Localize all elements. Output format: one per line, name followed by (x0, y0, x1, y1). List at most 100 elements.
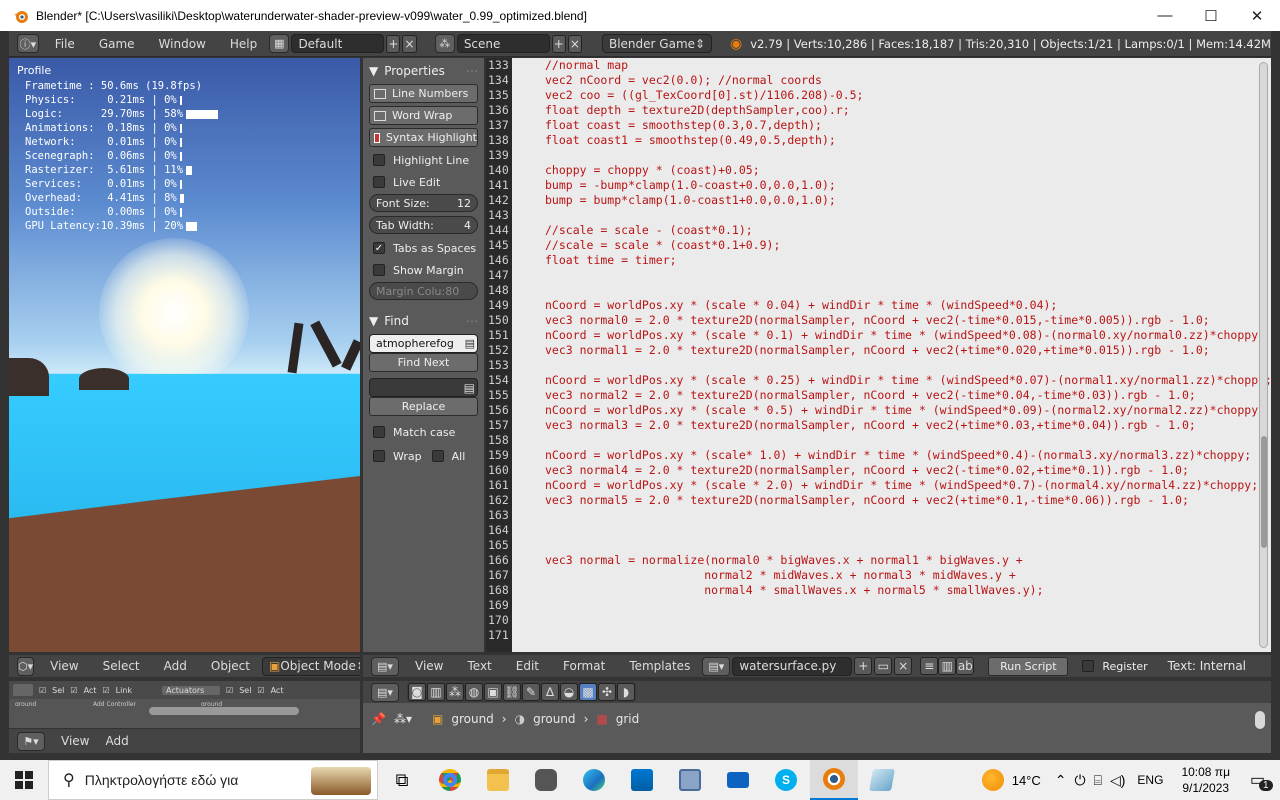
sensor-filter-select[interactable] (13, 684, 33, 696)
code-text[interactable]: normal4 * smallWaves.x + normal5 * small… (512, 583, 1043, 598)
editor-type-3d-button[interactable]: ⬡▾ (17, 656, 35, 676)
minimize-button[interactable]: — (1142, 0, 1188, 31)
menu-window[interactable]: Window (147, 37, 218, 51)
data-tab-icon[interactable]: ∆ (541, 683, 559, 701)
code-line[interactable]: 155 vec3 normal2 = 2.0 * texture2D(normal… (486, 388, 1271, 403)
menu-select[interactable]: Select (91, 659, 152, 673)
code-line[interactable]: 154 nCoord = worldPos.xy * (scale * 0.25)… (486, 373, 1271, 388)
show-margin-checkbox[interactable]: Show Margin (369, 260, 478, 280)
clipboard-icon[interactable]: ▤ (464, 381, 475, 395)
code-line[interactable]: 139 (486, 148, 1271, 163)
code-text[interactable] (512, 433, 545, 448)
code-text[interactable]: vec3 normal0 = 2.0 * texture2D(normalSam… (512, 313, 1210, 328)
tabs-as-spaces-checkbox[interactable]: ✓ Tabs as Spaces (369, 238, 478, 258)
code-line[interactable]: 153 (486, 358, 1271, 373)
code-line[interactable]: 167 normal2 * midWaves.x + normal3 * mid… (486, 568, 1271, 583)
code-line[interactable]: 158 (486, 433, 1271, 448)
text-browse-button[interactable]: ▤▾ (702, 656, 731, 676)
scene-selector-button[interactable]: ⁂ (434, 34, 455, 53)
code-text[interactable] (512, 628, 545, 643)
word-wrap-header-toggle[interactable]: ▥ (938, 657, 957, 675)
code-text[interactable] (512, 598, 545, 613)
code-line[interactable]: 170 (486, 613, 1271, 628)
code-line[interactable]: 171 (486, 628, 1271, 643)
pin-icon[interactable]: 📌 (371, 712, 386, 726)
code-line[interactable]: 134 vec2 nCoord = vec2(0.0); //normal coo… (486, 73, 1271, 88)
store-taskbar-button[interactable] (618, 760, 666, 800)
weather-icon[interactable] (981, 769, 1004, 791)
code-line[interactable]: 149 nCoord = worldPos.xy * (scale * 0.04)… (486, 298, 1271, 313)
code-text[interactable]: vec3 normal3 = 2.0 * texture2D(normalSam… (512, 418, 1196, 433)
mode-select[interactable]: ▣Object Mode⇕ (261, 656, 360, 676)
file-explorer-taskbar-button[interactable] (474, 760, 522, 800)
editor-type-properties-button[interactable]: ▤▾ (371, 682, 399, 702)
chrome-taskbar-button[interactable] (426, 760, 474, 800)
code-text[interactable] (512, 208, 545, 223)
world-tab-icon[interactable]: ◍ (465, 683, 483, 701)
code-text[interactable]: bump = -bump*clamp(1.0-coast+0.0,0.0,1.0… (512, 178, 836, 193)
line-numbers-header-toggle[interactable]: ≡ (920, 657, 939, 675)
code-line[interactable]: 135 vec2 coo = ((gl_TexCoord[0].st)/1106.… (486, 88, 1271, 103)
margin-column-field[interactable]: Margin Colu:80 (369, 282, 478, 300)
particles-tab-icon[interactable]: ✣ (598, 683, 616, 701)
editor-type-info-button[interactable]: ⓘ▾ (17, 34, 39, 53)
layers-tab-icon[interactable]: ▥ (427, 683, 445, 701)
add-layout-button[interactable]: + (386, 34, 401, 53)
code-text[interactable] (512, 268, 545, 283)
find-header[interactable]: ▼ Find ⋯ (369, 312, 478, 330)
blender-player-taskbar-button[interactable] (858, 760, 906, 800)
code-text[interactable]: //normal map (512, 58, 628, 73)
network-icon[interactable]: ⌸ (1094, 772, 1102, 789)
add-scene-button[interactable]: + (551, 34, 566, 53)
live-edit-checkbox[interactable]: Live Edit (369, 172, 478, 192)
code-text[interactable]: vec2 nCoord = vec2(0.0); //normal coords (512, 73, 822, 88)
input-language[interactable]: ENG (1137, 773, 1163, 787)
chevron-up-icon[interactable]: ⌃ (1055, 772, 1067, 789)
drag-grip-icon[interactable]: ⋯ (466, 64, 478, 78)
code-line[interactable]: 140 choppy = choppy * (coast)+0.05; (486, 163, 1271, 178)
code-line[interactable]: 156 nCoord = worldPos.xy * (scale * 0.5) … (486, 403, 1271, 418)
run-script-button[interactable]: Run Script (988, 656, 1069, 676)
code-line[interactable]: 160 vec3 normal4 = 2.0 * texture2D(normal… (486, 463, 1271, 478)
code-text[interactable]: //scale = scale * (coast*0.1+0.9); (512, 238, 780, 253)
remote-desktop-taskbar-button[interactable] (666, 760, 714, 800)
replace-button[interactable]: Replace (369, 397, 478, 416)
code-text[interactable]: nCoord = worldPos.xy * (scale * 0.5) + w… (512, 403, 1265, 418)
add-controller-button[interactable]: Add Controller (93, 701, 193, 706)
code-text[interactable] (512, 283, 545, 298)
code-text[interactable]: nCoord = worldPos.xy * (scale* 1.0) + wi… (512, 448, 1251, 463)
code-text[interactable]: nCoord = worldPos.xy * (scale * 0.1) + w… (512, 328, 1265, 343)
menu-object[interactable]: Object (199, 659, 262, 673)
code-text[interactable]: float coast = smoothstep(0.3,0.7,depth); (512, 118, 822, 133)
code-text[interactable]: normal2 * midWaves.x + normal3 * midWave… (512, 568, 1016, 583)
camera-taskbar-button[interactable] (522, 760, 570, 800)
menu-add[interactable]: Add (152, 659, 199, 673)
text-editor[interactable]: 133//normal map 134 vec2 nCoord = vec2(0.0… (486, 58, 1271, 652)
code-line[interactable]: 157 vec3 normal3 = 2.0 * texture2D(normal… (486, 418, 1271, 433)
code-line[interactable]: 142 bump = bump*clamp(1.0-coast1+0.0,0.0,… (486, 193, 1271, 208)
code-line[interactable]: 161 nCoord = worldPos.xy * (scale * 2.0) … (486, 478, 1271, 493)
menu-templates[interactable]: Templates (617, 659, 702, 673)
sel-checkbox[interactable]: ☑ (226, 686, 233, 695)
properties-editor[interactable]: ▤▾ ◙ ▥ ⁂ ◍ ▣ ⛓ ✎ ∆ ◒ ▩ ✣ ◗ 📌 ⁂▾ ▣ ground… (363, 681, 1271, 753)
menu-add[interactable]: Add (101, 734, 140, 748)
unlink-text-button[interactable]: × (894, 657, 913, 675)
blender-taskbar-button[interactable] (810, 760, 858, 800)
code-line[interactable]: 164 (486, 523, 1271, 538)
text-name-field[interactable]: watersurface.py (732, 656, 853, 676)
physics-tab-icon[interactable]: ◗ (617, 683, 635, 701)
code-text[interactable]: vec3 normal5 = 2.0 * texture2D(normalSam… (512, 493, 1189, 508)
tab-width-field[interactable]: Tab Width: 4 (369, 216, 478, 234)
code-text[interactable]: vec3 normal4 = 2.0 * texture2D(normalSam… (512, 463, 1189, 478)
code-text[interactable] (512, 148, 545, 163)
code-line[interactable]: 165 (486, 538, 1271, 553)
sel-checkbox[interactable]: ☑ (39, 686, 46, 695)
code-line[interactable]: 146 float time = timer; (486, 253, 1271, 268)
code-line[interactable]: 151 nCoord = worldPos.xy * (scale * 0.1) … (486, 328, 1271, 343)
close-button[interactable]: ✕ (1234, 0, 1280, 31)
code-line[interactable]: 145//scale = scale * (coast*0.1+0.9); (486, 238, 1271, 253)
code-line[interactable]: 141 bump = -bump*clamp(1.0-coast+0.0,0.0,… (486, 178, 1271, 193)
code-text[interactable]: vec3 normal1 = 2.0 * texture2D(normalSam… (512, 343, 1210, 358)
code-text[interactable] (512, 358, 545, 373)
font-size-field[interactable]: Font Size: 12 (369, 194, 478, 212)
